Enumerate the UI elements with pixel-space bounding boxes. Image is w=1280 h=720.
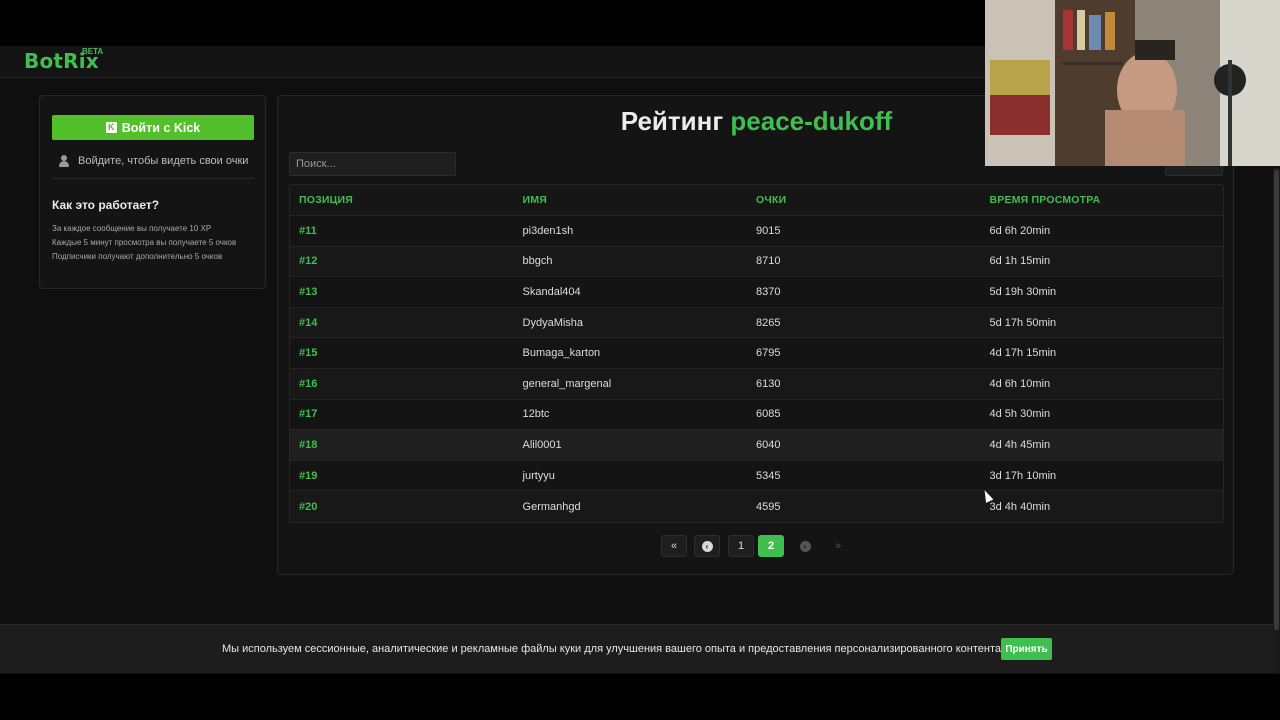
scrollbar[interactable] (1273, 168, 1280, 673)
name-cell: bbgch (522, 255, 553, 268)
next-page-button[interactable]: › (792, 535, 818, 557)
table-row[interactable]: #17 12btc 6085 4d 5h 30min (290, 399, 1223, 431)
position-cell: #19 (299, 469, 318, 482)
position-cell: #20 (299, 500, 318, 513)
search-input[interactable] (289, 152, 456, 176)
double-chevron-left-icon: « (670, 540, 678, 552)
table-row[interactable]: #18 Alil0001 6040 4d 4h 45min (290, 430, 1223, 461)
points-cell: 6130 (756, 377, 781, 390)
name-cell: pi3den1sh (522, 224, 574, 237)
user-icon (58, 155, 70, 167)
position-cell: #11 (299, 224, 317, 237)
first-page-button[interactable]: « (661, 535, 687, 557)
kick-logo-icon: K (105, 122, 117, 133)
name-cell: jurtyyu (522, 469, 555, 482)
watch-time-cell: 3d 17h 10min (989, 469, 1057, 482)
watch-time-cell: 5d 17h 50min (989, 316, 1057, 329)
divider (52, 178, 254, 179)
page-button-1[interactable]: 1 (728, 535, 754, 557)
chevron-right-circle-icon: › (799, 540, 811, 552)
watch-time-cell: 4d 6h 10min (989, 377, 1051, 390)
cookie-banner: Мы используем сессионные, аналитические … (0, 624, 1273, 673)
table-row[interactable]: #12 bbgch 8710 6d 1h 15min (290, 246, 1223, 278)
table-row[interactable]: #15 Bumaga_karton 6795 4d 17h 15min (290, 338, 1223, 369)
position-cell: #18 (299, 438, 318, 451)
how-it-works-line: За каждое сообщение вы получаете 10 XP (52, 224, 212, 233)
watch-time-cell: 6d 6h 20min (989, 224, 1051, 237)
sidebar: K Войти с Kick Войдите, чтобы видеть сво… (39, 95, 266, 289)
title-prefix: Рейтинг (620, 106, 724, 136)
leaderboard-panel: Рейтинг peace-dukoff Показать: ПОЗИЦИЯ И… (277, 95, 1234, 575)
webcam-image (985, 0, 1280, 166)
table-row[interactable]: #19 jurtyyu 5345 3d 17h 10min (290, 460, 1223, 492)
webcam-overlay (985, 0, 1280, 166)
column-header-points[interactable]: ОЧКИ (756, 194, 990, 206)
name-cell: DydyaMisha (522, 316, 584, 329)
table-row[interactable]: #20 Germanhgd 4595 3d 4h 40min (290, 491, 1223, 522)
table-header: ПОЗИЦИЯ ИМЯ ОЧКИ ВРЕМЯ ПРОСМОТРА (290, 185, 1223, 216)
login-hint: Войдите, чтобы видеть свои очки (58, 153, 258, 169)
watch-time-cell: 4d 17h 15min (989, 347, 1057, 360)
watch-time-cell: 3d 4h 40min (989, 500, 1051, 513)
how-it-works-title: Как это работает? (52, 198, 160, 212)
double-chevron-right-icon: » (834, 540, 842, 552)
name-cell: Alil0001 (522, 438, 562, 451)
column-header-position[interactable]: ПОЗИЦИЯ (290, 194, 523, 206)
beta-badge: BETA (82, 47, 104, 56)
position-cell: #12 (299, 255, 318, 268)
watch-time-cell: 6d 1h 15min (989, 255, 1051, 268)
prev-page-button[interactable]: ‹ (694, 535, 720, 557)
position-cell: #13 (299, 285, 318, 298)
column-header-name[interactable]: ИМЯ (523, 194, 757, 206)
accept-cookies-button[interactable]: Принять (1001, 638, 1052, 660)
cookie-text: Мы используем сессионные, аналитические … (222, 643, 1005, 655)
leaderboard-table: ПОЗИЦИЯ ИМЯ ОЧКИ ВРЕМЯ ПРОСМОТРА #11 pi3d… (289, 184, 1224, 523)
points-cell: 8370 (756, 285, 781, 298)
kick-button-label: Войти с Kick (121, 120, 201, 135)
watch-time-cell: 4d 4h 45min (989, 438, 1051, 451)
table-body: #11 pi3den1sh 9015 6d 6h 20min #12 bbgch 8710 6… (290, 216, 1223, 522)
chevron-left-circle-icon: ‹ (701, 540, 713, 552)
how-it-works-line: Каждые 5 минут просмотра вы получаете 5 … (52, 238, 237, 247)
watch-time-cell: 4d 5h 30min (989, 408, 1051, 421)
position-cell: #16 (299, 377, 318, 390)
name-cell: Germanhgd (522, 500, 581, 513)
points-cell: 6040 (756, 438, 781, 451)
screen: BotRix BETA K Войти с Kick Войдите, чтоб… (0, 0, 1280, 720)
column-header-watch-time[interactable]: ВРЕМЯ ПРОСМОТРА (990, 194, 1223, 206)
login-with-kick-button[interactable]: K Войти с Kick (52, 115, 254, 140)
last-page-button[interactable]: » (825, 535, 851, 557)
table-row[interactable]: #11 pi3den1sh 9015 6d 6h 20min (290, 216, 1223, 247)
name-cell: general_margenal (522, 377, 612, 390)
login-hint-text: Войдите, чтобы видеть свои очки (78, 155, 249, 167)
points-cell: 5345 (756, 469, 781, 482)
table-row[interactable]: #16 general_margenal 6130 4d 6h 10min (290, 368, 1223, 400)
points-cell: 8710 (756, 255, 781, 268)
scroll-thumb[interactable] (1274, 170, 1279, 630)
page-button-2[interactable]: 2 (758, 535, 784, 557)
position-cell: #14 (299, 316, 318, 329)
position-cell: #17 (299, 408, 318, 421)
position-cell: #15 (299, 347, 318, 360)
points-cell: 4595 (756, 500, 781, 513)
points-cell: 9015 (756, 224, 781, 237)
points-cell: 8265 (756, 316, 781, 329)
pagination: « ‹ 1 2 › » (661, 535, 853, 557)
channel-name: peace-dukoff (730, 106, 893, 136)
table-row[interactable]: #14 DydyaMisha 8265 5d 17h 50min (290, 307, 1223, 339)
points-cell: 6795 (756, 347, 781, 360)
table-row[interactable]: #13 Skandal404 8370 5d 19h 30min (290, 277, 1223, 308)
name-cell: 12btc (522, 408, 550, 421)
points-cell: 6085 (756, 408, 781, 421)
name-cell: Bumaga_karton (522, 347, 601, 360)
watch-time-cell: 5d 19h 30min (989, 285, 1057, 298)
name-cell: Skandal404 (522, 285, 581, 298)
how-it-works-line: Подписчики получают дополнительно 5 очко… (52, 252, 223, 261)
